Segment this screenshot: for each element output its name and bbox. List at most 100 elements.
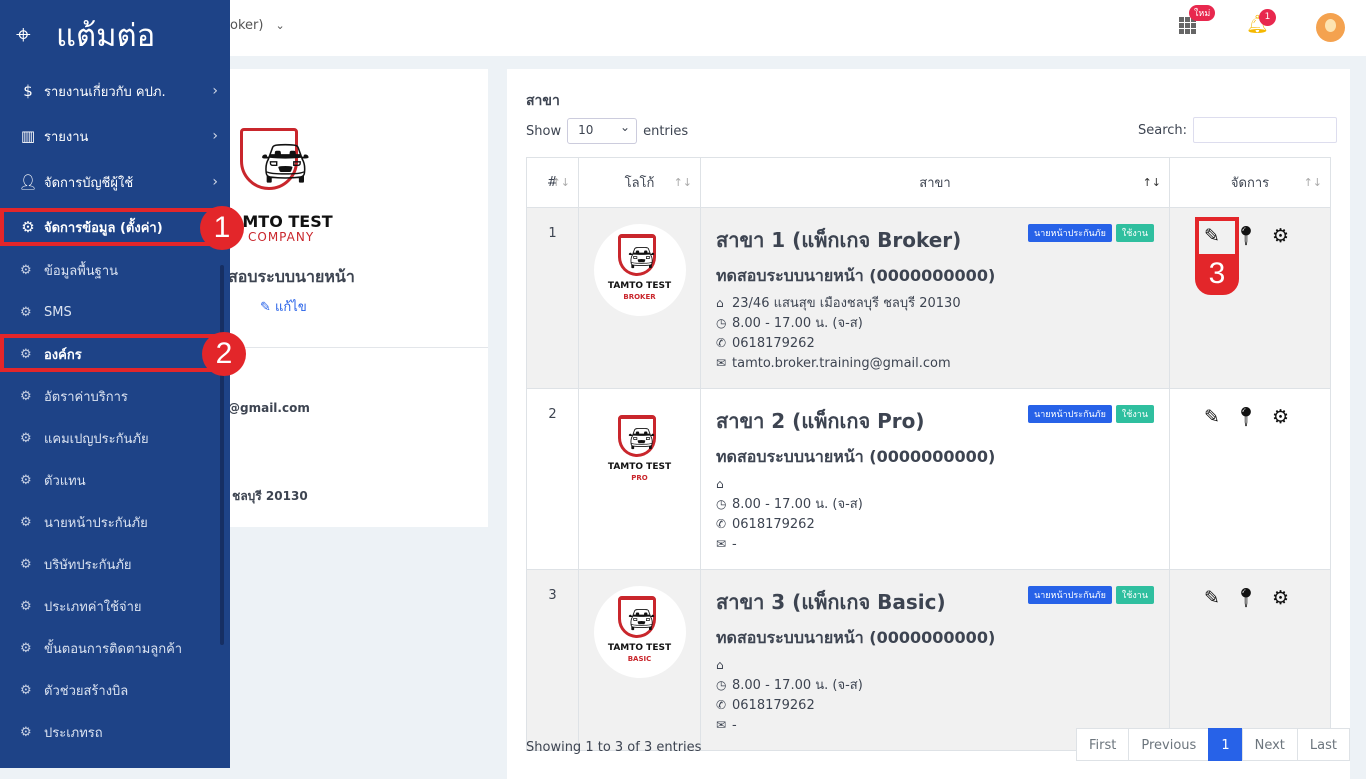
edit-pencil-icon[interactable]: ✎	[1204, 406, 1220, 428]
page-last[interactable]: Last	[1296, 728, 1350, 761]
edit-pencil-icon[interactable]: ✎	[1204, 225, 1220, 247]
search-input[interactable]	[1193, 117, 1338, 143]
map-pin-icon: ⌖	[16, 19, 31, 50]
edit-label: แก้ไข	[275, 300, 307, 315]
sort-icon: ↑↓	[673, 176, 692, 189]
branch-selector[interactable]: oker) ⌄	[230, 18, 285, 33]
col-logo[interactable]: โลโก้ ↑↓	[578, 157, 701, 208]
phone-icon: ✆	[716, 336, 727, 350]
clock-icon: ◷	[716, 497, 727, 511]
col-branch[interactable]: สาขา ↑↓	[700, 157, 1170, 208]
sidebar-subitem[interactable]: ⚙ ประเภทค่าใช้จ่าย	[0, 587, 230, 625]
home-icon: ⌂	[716, 658, 724, 672]
gear-icon: ⚙	[20, 556, 32, 572]
sidebar-item-user-accounts[interactable]: 👤︎ จัดการบัญชีผู้ใช้ ›	[0, 167, 230, 197]
gear-icon: ⚙	[20, 682, 32, 698]
envelope-icon: ✉	[716, 537, 727, 551]
page-1[interactable]: 1	[1208, 728, 1243, 761]
table-row: 2 🚘︎ TAMTO TEST PRO นายหน้าประกันภัย ใช้งาน…	[526, 388, 1331, 570]
sidebar-subitem[interactable]: ⚙ องค์กร	[0, 335, 230, 373]
gear-icon: ⚙	[20, 640, 32, 656]
company-logo-text: AMTO TEST	[230, 212, 333, 231]
branch-logo-cell: 🚘︎ TAMTO TEST BASIC	[578, 569, 701, 751]
page-next[interactable]: Next	[1241, 728, 1298, 761]
bar-chart-icon: ▥	[20, 127, 36, 145]
branch-selector-label: oker)	[230, 18, 264, 33]
entries-select[interactable]: 10	[567, 118, 638, 144]
branch-logo-cell: 🚘︎ TAMTO TEST PRO	[578, 388, 701, 570]
sidebar-subitem[interactable]: ⚙ ตัวแทน	[0, 461, 230, 499]
envelope-icon: ✉	[716, 718, 727, 732]
sidebar-subitem[interactable]: ⚙ นายหน้าประกันภัย	[0, 503, 230, 541]
branch-email: tamto.broker.training@gmail.com	[732, 356, 951, 371]
gear-icon: ⚙	[20, 304, 32, 320]
sidebar-subitem[interactable]: ⚙ ข้อมูลพื้นฐาน	[0, 251, 230, 289]
branches-table: # ↑↓ โลโก้ ↑↓ สาขา ↑↓ จัดการ ↑↓ 1 🚘︎ TAMTO TE…	[526, 157, 1331, 751]
gear-icon: ⚙	[20, 598, 32, 614]
home-icon: ⌂	[716, 296, 724, 310]
car-icon: 🚘︎	[627, 608, 656, 633]
map-marker-icon[interactable]: 📍︎	[1234, 406, 1258, 428]
sidebar-subitem-label: ขั้นตอนการติดตามลูกค้า	[44, 641, 183, 657]
sidebar-subitem-label: อัตราค่าบริการ	[44, 389, 128, 405]
settings-gear-icon[interactable]: ⚙	[1272, 587, 1289, 609]
branch-logo: 🚘︎ TAMTO TEST BROKER	[593, 224, 686, 316]
sidebar-subitem[interactable]: ⚙ SMS	[0, 293, 230, 331]
edit-pencil-icon[interactable]: ✎	[1204, 587, 1220, 609]
divider	[230, 347, 488, 348]
branch-email: -	[732, 537, 737, 552]
sidebar-subitem[interactable]: ⚙ ขั้นตอนการติดตามลูกค้า	[0, 629, 230, 667]
branch-company: ทดสอบระบบนายหน้า (0000000000)	[716, 447, 996, 466]
search-label: Search:	[1138, 122, 1188, 138]
branch-hours: 8.00 - 17.00 น. (จ-ส)	[732, 678, 863, 693]
sidebar-item-settings[interactable]: ⚙ จัดการข้อมูล (ตั้งค่า)	[0, 212, 230, 242]
chevron-right-icon: ›	[212, 83, 218, 99]
branch-logo: 🚘︎ TAMTO TEST PRO	[593, 405, 686, 497]
map-marker-icon[interactable]: 📍︎	[1234, 587, 1258, 609]
sidebar: ⌖ แต้มต่อ $ รายงานเกี่ยวกับ คปภ. › ▥ รายงาน ›…	[0, 0, 230, 768]
gear-icon: ⚙	[20, 514, 32, 530]
sidebar-item-report[interactable]: ▥ รายงาน ›	[0, 121, 230, 151]
status-badge: ใช้งาน	[1115, 586, 1154, 604]
sidebar-item-oic-report[interactable]: $ รายงานเกี่ยวกับ คปภ. ›	[0, 76, 230, 106]
gears-icon: ⚙	[21, 218, 35, 236]
show-label: Show	[526, 123, 562, 139]
map-marker-icon[interactable]: 📍︎	[1234, 225, 1258, 247]
avatar[interactable]	[1316, 13, 1345, 42]
pencil-icon: ✎	[260, 300, 271, 315]
branch-logo-cell: 🚘︎ TAMTO TEST BROKER	[578, 207, 701, 389]
sidebar-subitem[interactable]: ⚙ ประเภทรถ	[0, 713, 230, 751]
sidebar-subitem-label: ตัวแทน	[44, 473, 86, 489]
company-address: ี ชลบุรี 20130	[228, 489, 308, 503]
sidebar-subitem-label: ประเภทรถ	[44, 725, 103, 741]
branch-company: ทดสอบระบบนายหน้า (0000000000)	[716, 266, 996, 285]
sidebar-subitem[interactable]: ⚙ บริษัทประกันภัย	[0, 545, 230, 583]
sidebar-subitem[interactable]: ⚙ ตัวช่วยสร้างบิล	[0, 671, 230, 709]
page-previous[interactable]: Previous	[1128, 728, 1210, 761]
company-name: สอบระบบนายหน้า	[228, 267, 355, 286]
sidebar-subitem[interactable]: ⚙ อัตราค่าบริการ	[0, 377, 230, 415]
page-first[interactable]: First	[1076, 728, 1130, 761]
gear-icon: ⚙	[20, 430, 32, 446]
phone-icon: ✆	[716, 517, 727, 531]
brand-logo: ⌖ แต้มต่อ	[16, 10, 155, 60]
chevron-down-icon: ⌄	[275, 19, 285, 32]
gear-icon: ⚙	[20, 262, 32, 278]
sidebar-subitem-label: ตัวช่วยสร้างบิล	[44, 683, 129, 699]
col-manage[interactable]: จัดการ ↑↓	[1169, 157, 1331, 208]
col-number[interactable]: # ↑↓	[526, 157, 579, 208]
branch-info: นายหน้าประกันภัย ใช้งาน สาขา 3 (แพ็กเกจ B…	[700, 569, 1170, 751]
branch-hours: 8.00 - 17.00 น. (จ-ส)	[732, 497, 863, 512]
branch-phone: 0618179262	[732, 698, 815, 713]
actions-cell: ✎ 📍︎ ⚙	[1169, 207, 1331, 389]
company-logo: 🚘︎	[240, 128, 330, 190]
car-icon: 🚘︎	[627, 246, 656, 271]
company-logo-subtext: COMPANY	[248, 230, 315, 244]
edit-company-link[interactable]: ✎ แก้ไข	[260, 296, 307, 317]
type-badge: นายหน้าประกันภัย	[1028, 224, 1112, 242]
envelope-icon: ✉	[716, 356, 727, 370]
step-badge-1: 1	[200, 206, 244, 250]
sidebar-subitem[interactable]: ⚙ แคมเปญประกันภัย	[0, 419, 230, 457]
settings-gear-icon[interactable]: ⚙	[1272, 406, 1289, 428]
settings-gear-icon[interactable]: ⚙	[1272, 225, 1289, 247]
